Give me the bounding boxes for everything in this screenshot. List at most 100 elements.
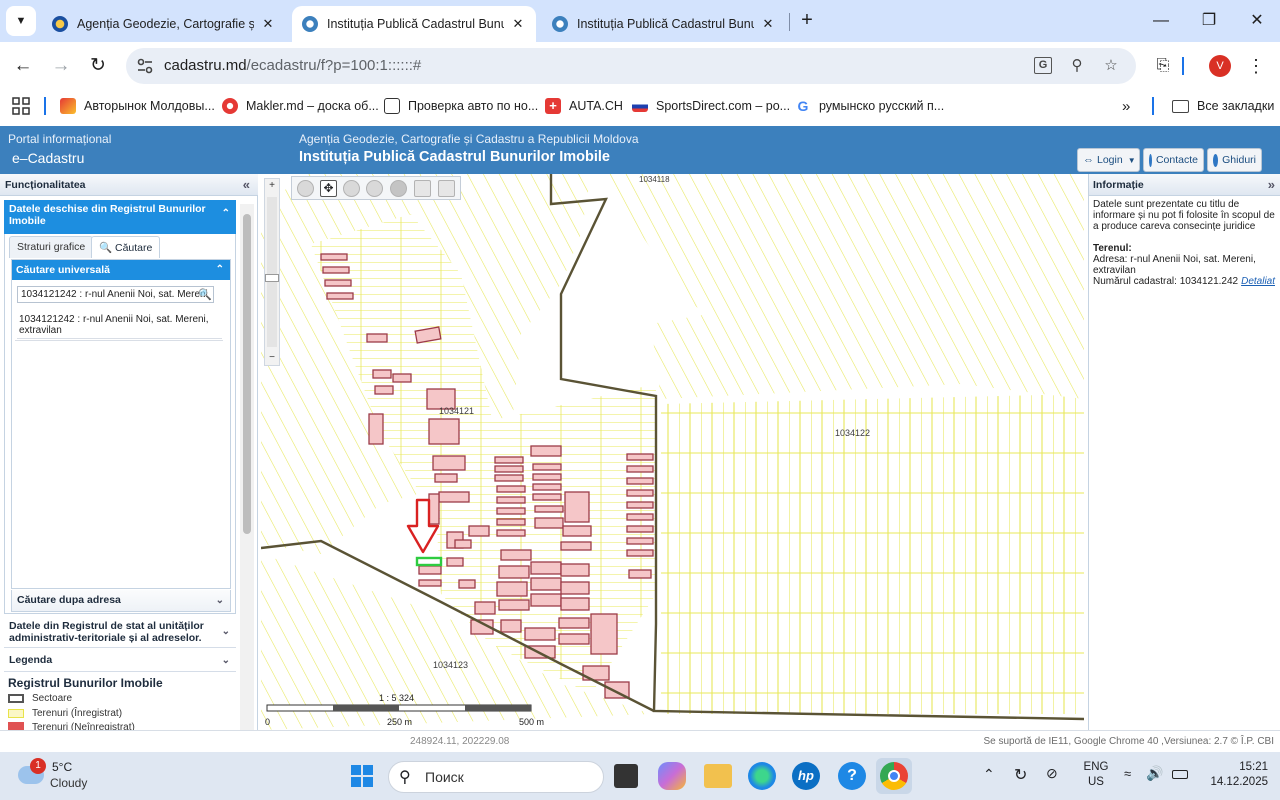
close-icon[interactable]: ✕ [510,16,526,32]
tab-search-button[interactable]: ▼ [6,6,36,36]
address-bar[interactable]: cadastru.md/ecadastru/f?p=100:1::::::# G… [126,48,1136,84]
close-window-button[interactable]: ✕ [1244,8,1270,34]
google-g-icon: G [795,98,811,114]
globe-tool-icon[interactable] [297,180,314,197]
tab-agentia[interactable]: Agenția Geodezie, Cartografie și C ✕ [42,6,286,42]
cadastru-favicon-icon [552,16,568,32]
help-app-icon[interactable]: ? [838,762,866,790]
weather-condition: Cloudy [50,776,88,790]
collapse-left-icon[interactable]: « [243,177,250,192]
bookmark-star-icon[interactable]: ☆ [1102,57,1120,75]
zoom-in-tool-icon[interactable] [343,180,360,197]
menu-kebab-icon[interactable]: ⋮ [1244,54,1268,78]
help-icon [1213,153,1219,167]
parcel-address: Adresa: r-nul Anenii Noi, sat. Mereni, e… [1093,254,1256,276]
zoom-slider[interactable]: + − [264,178,280,366]
map-coordinates: 248924.11, 202229.08 [410,736,510,747]
tab-graphic-layers[interactable]: Straturi grafice [9,236,94,258]
search-icon[interactable]: 🔍 [198,288,212,301]
bookmarks-bar: Авторынок Молдовы... Makler.md – доска о… [0,90,1280,122]
measure-tool-icon[interactable] [414,180,431,197]
guides-button[interactable]: Ghiduri [1207,148,1262,172]
sync-icon[interactable]: ↻ [1014,765,1027,785]
tab-search[interactable]: 🔍 Căutare [91,236,161,258]
browser-toolbar: ← → ↻ cadastru.md/ecadastru/f?p=100:1:::… [0,42,1280,90]
selected-parcel[interactable] [415,556,443,567]
details-link[interactable]: Detaliat [1241,276,1275,287]
copilot-icon[interactable] [658,762,686,790]
contacts-button[interactable]: Contacte [1143,148,1204,172]
bookmark-makler[interactable]: Makler.md – доска об... [222,96,379,116]
taskbar-search-box[interactable]: ⚲ Поиск [388,761,604,793]
info-panel-body: Datele sunt prezentate cu titlu de infor… [1093,199,1275,287]
address-search-header[interactable]: Căutare dupa adresa ⌄ [11,590,231,612]
search-input[interactable]: 1034121242 : r-nul Anenii Noi, sat. Mere… [17,286,214,303]
apps-grid-icon[interactable] [12,96,30,116]
extensions-icon[interactable]: ⎘ [1151,54,1175,78]
cadastral-map[interactable]: 1034121 1034122 1034123 1034118 + − ✥ 1 … [261,174,1084,730]
new-tab-button[interactable]: + [796,10,818,32]
chevron-down-icon: ⌄ [221,626,230,637]
site-settings-icon[interactable] [136,57,154,75]
windows-start-icon[interactable] [346,760,378,792]
edge-browser-icon[interactable] [748,762,776,790]
section-title: Datele deschise din Registrul Bunurilor … [9,203,206,227]
tab-title: Agenția Geodezie, Cartografie și C [77,17,254,31]
map-canvas[interactable]: 1034121 1034122 1034123 1034118 [261,174,1084,730]
avtorynok-favicon-icon [60,98,76,114]
translate-icon[interactable]: G [1034,57,1052,74]
back-button[interactable]: ← [10,53,36,79]
bookmark-google-translate[interactable]: G румынско русский п... [795,96,944,116]
open-data-section-header[interactable]: Datele deschise din Registrul Bunurilor … [4,200,236,234]
network-off-icon[interactable]: ⊘ [1046,765,1058,782]
close-icon[interactable]: ✕ [760,16,776,32]
close-icon[interactable]: ✕ [260,16,276,32]
forward-button[interactable]: → [48,53,74,79]
state-register-section[interactable]: Datele din Registrul de stat al unitățil… [4,616,236,648]
wifi-icon[interactable]: ≈ [1124,766,1131,781]
hp-icon[interactable]: hp [792,762,820,790]
more-bookmarks-icon[interactable]: » [1122,96,1130,116]
bookmark-autach[interactable]: + AUTA.CH [545,96,623,116]
tab-label: Straturi grafice [17,241,86,253]
clock[interactable]: 15:21 14.12.2025 [1198,760,1268,790]
zoom-track[interactable] [267,197,277,347]
profile-avatar[interactable]: V [1209,55,1231,77]
login-button[interactable]: ⇔ Login ▼ [1077,148,1140,172]
restore-button[interactable]: ❐ [1196,8,1222,34]
battery-icon[interactable] [1172,770,1188,779]
site-brand[interactable]: e–Cadastru [12,150,84,166]
collapse-right-icon[interactable]: » [1268,177,1275,192]
legend-item-unregistered: Terenuri (Neînregistrat) [8,722,135,730]
search-result-item[interactable]: 1034121242 : r-nul Anenii Noi, sat. Mere… [15,310,223,341]
weather-widget[interactable]: 5°C Cloudy [14,758,104,794]
zoom-out-tool-icon[interactable] [366,180,383,197]
left-panel-scrollbar[interactable] [240,204,254,730]
language-indicator[interactable]: ENG US [1080,760,1112,790]
zoom-out-button[interactable]: − [265,351,279,365]
info-tool-icon[interactable] [390,180,407,197]
zoom-in-button[interactable]: + [265,179,279,193]
zoom-icon[interactable]: ⚲ [1068,57,1086,75]
bookmark-proverka[interactable]: Проверка авто по но... [384,96,538,116]
legend-section[interactable]: Legenda ⌄ [4,650,236,672]
bookmark-avtorynok[interactable]: Авторынок Молдовы... [60,96,215,116]
tab-cadastru[interactable]: Instituția Publică Cadastrul Bunuril ✕ [542,6,786,42]
print-tool-icon[interactable] [438,180,455,197]
zoom-thumb[interactable] [265,274,279,282]
bookmark-sportsdirect[interactable]: SportsDirect.com – ро... [632,96,790,116]
file-explorer-icon[interactable] [704,764,732,788]
chevron-down-icon: ▼ [15,15,27,27]
reload-button[interactable]: ↻ [85,53,111,79]
show-hidden-icons[interactable]: ⌃ [983,766,995,783]
task-view-icon[interactable] [614,764,638,788]
minimize-button[interactable]: — [1148,8,1174,34]
universal-search-header[interactable]: Căutare universală ⌃ [12,260,230,280]
tab-cadastru-active[interactable]: Instituția Publică Cadastrul Bunuril ✕ [292,6,536,42]
pan-tool-icon[interactable]: ✥ [320,180,337,197]
scrollbar-thumb[interactable] [243,214,251,534]
chrome-active-tile[interactable] [876,758,912,794]
all-bookmarks-folder[interactable]: Все закладки [1172,96,1274,116]
volume-icon[interactable]: 🔊 [1146,765,1163,782]
